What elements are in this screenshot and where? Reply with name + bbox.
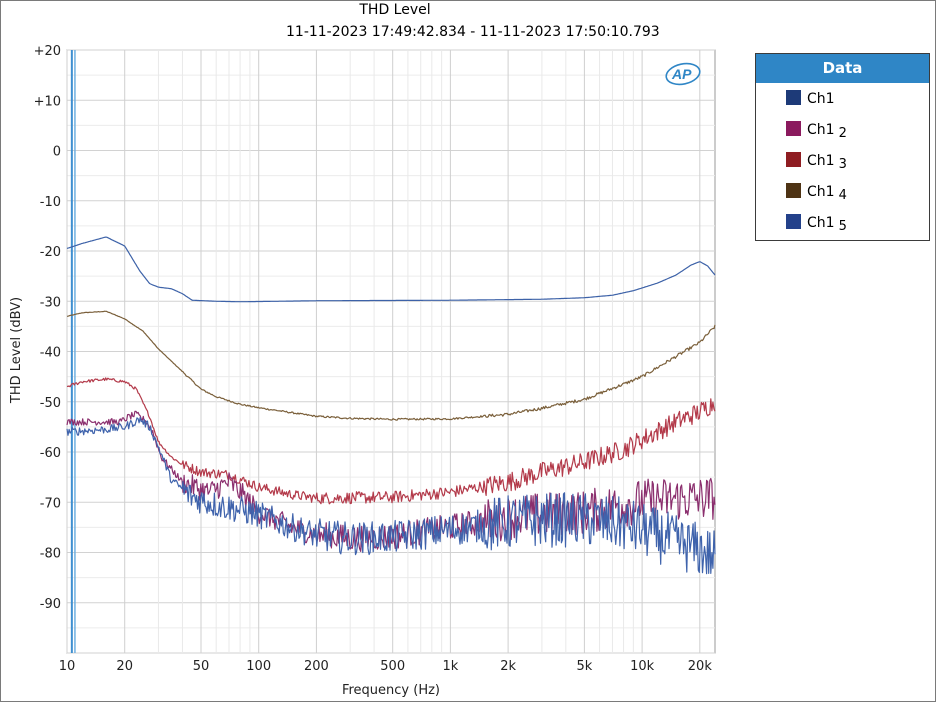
legend-sub: 2 bbox=[838, 126, 847, 141]
ap-logo-icon: AP bbox=[665, 62, 701, 86]
legend-swatch bbox=[786, 90, 801, 105]
legend-item-4[interactable]: Ch1 4 bbox=[786, 183, 847, 203]
legend-label: Ch1 bbox=[807, 91, 835, 107]
legend-panel[interactable]: Data Ch1 Ch1 2 Ch1 3 Ch1 4 Ch1 5 bbox=[755, 53, 930, 241]
legend-sub: 3 bbox=[838, 157, 847, 172]
x-tick-label: 2k bbox=[500, 659, 516, 674]
legend-label: Ch1 bbox=[807, 215, 835, 231]
x-tick-label: 5k bbox=[576, 659, 592, 674]
x-tick-label: 10 bbox=[59, 659, 76, 674]
legend-label: Ch1 bbox=[807, 184, 835, 200]
legend-item-5[interactable]: Ch1 5 bbox=[786, 214, 847, 234]
y-tick-label: +10 bbox=[34, 94, 61, 109]
x-tick-label: 20k bbox=[688, 659, 713, 674]
legend-sub: 4 bbox=[838, 188, 847, 203]
legend-item-2[interactable]: Ch1 2 bbox=[786, 121, 847, 141]
y-tick-label: 0 bbox=[53, 145, 61, 160]
legend-label: Ch1 bbox=[807, 153, 835, 169]
y-tick-label: -90 bbox=[40, 597, 61, 612]
y-tick-label: -70 bbox=[40, 496, 61, 511]
y-tick-label: -50 bbox=[40, 396, 61, 411]
legend-sub: 5 bbox=[838, 219, 847, 234]
legend-swatch bbox=[786, 214, 801, 229]
y-axis-label: THD Level (dBV) bbox=[9, 297, 24, 404]
x-tick-label: 500 bbox=[380, 659, 405, 674]
x-tick-label: 1k bbox=[443, 659, 459, 674]
legend-item-3[interactable]: Ch1 3 bbox=[786, 152, 847, 172]
legend-item-1[interactable]: Ch1 bbox=[786, 90, 839, 110]
x-tick-label: 10k bbox=[630, 659, 655, 674]
x-tick-label: 100 bbox=[246, 659, 271, 674]
y-tick-label: +20 bbox=[34, 44, 61, 59]
legend-swatch bbox=[786, 152, 801, 167]
legend-label: Ch1 bbox=[807, 122, 835, 138]
legend-swatch bbox=[786, 183, 801, 198]
x-tick-label: 50 bbox=[193, 659, 210, 674]
y-tick-label: -60 bbox=[40, 446, 61, 461]
y-tick-label: -40 bbox=[40, 346, 61, 361]
svg-text:AP: AP bbox=[671, 66, 692, 82]
legend-title: Data bbox=[756, 54, 929, 83]
legend-swatch bbox=[786, 121, 801, 136]
x-tick-label: 20 bbox=[116, 659, 133, 674]
y-tick-label: -10 bbox=[40, 195, 61, 210]
y-tick-label: -20 bbox=[40, 245, 61, 260]
x-tick-label: 200 bbox=[304, 659, 329, 674]
grid bbox=[66, 49, 716, 654]
y-tick-label: -30 bbox=[40, 295, 61, 310]
x-axis-label: Frequency (Hz) bbox=[342, 683, 440, 698]
y-tick-label: -80 bbox=[40, 547, 61, 562]
